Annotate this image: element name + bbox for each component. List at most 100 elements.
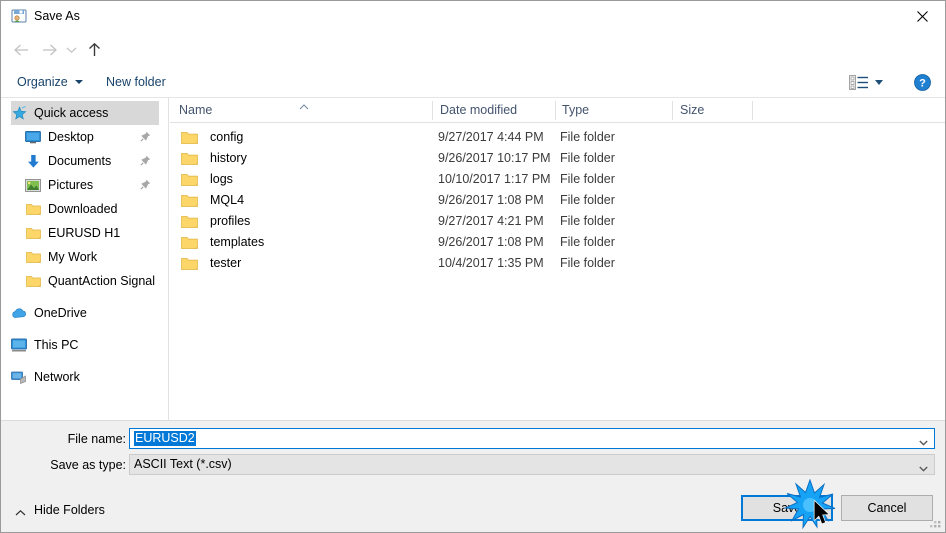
recent-locations-button[interactable] xyxy=(63,39,79,61)
sidebar-item-network[interactable]: Network xyxy=(11,365,159,389)
cell-date-modified: 10/10/2017 1:17 PM xyxy=(438,172,551,186)
back-button[interactable] xyxy=(11,39,33,61)
table-row[interactable]: MQL4 9/26/2017 1:08 PM File folder xyxy=(170,191,945,212)
column-header-date-modified[interactable]: Date modified xyxy=(440,103,517,117)
sidebar-item-pictures[interactable]: Pictures xyxy=(25,173,159,197)
column-header-type[interactable]: Type xyxy=(562,103,589,117)
cancel-button[interactable]: Cancel xyxy=(841,495,933,521)
sidebar-item-label: EURUSD H1 xyxy=(48,226,121,240)
column-divider[interactable] xyxy=(555,101,556,120)
view-dropdown-icon[interactable] xyxy=(875,80,883,85)
cell-type: File folder xyxy=(560,256,615,270)
cell-name: MQL4 xyxy=(210,193,245,207)
sidebar-item-label: My Work xyxy=(48,250,98,264)
save-as-icon xyxy=(11,8,27,24)
table-row[interactable]: tester 10/4/2017 1:35 PM File folder xyxy=(170,254,945,275)
table-row[interactable]: config 9/27/2017 4:44 PM File folder xyxy=(170,128,945,149)
star-pin-icon xyxy=(11,105,27,121)
save-button[interactable]: Save xyxy=(741,495,833,521)
save-button-label: Save xyxy=(772,501,802,515)
file-name-input[interactable]: EURUSD2 xyxy=(134,431,196,446)
table-row[interactable]: profiles 9/27/2017 4:21 PM File folder xyxy=(170,212,945,233)
content-area: Quick access Desktop Documents Pictures … xyxy=(1,98,945,420)
chevron-down-icon[interactable] xyxy=(919,461,928,472)
sidebar-item-documents[interactable]: Documents xyxy=(25,149,159,173)
sidebar-item-label: Desktop xyxy=(48,130,94,144)
window-title: Save As xyxy=(34,9,80,23)
picture-icon xyxy=(25,177,41,193)
chevron-down-icon[interactable] xyxy=(919,435,928,446)
cell-type: File folder xyxy=(560,130,615,144)
save-as-dialog: Save As Organize New folder ? Quick acce… xyxy=(0,0,946,533)
pin-icon[interactable] xyxy=(140,131,151,142)
sidebar-item-my-work[interactable]: My Work xyxy=(25,245,159,269)
pin-icon[interactable] xyxy=(140,155,151,166)
sidebar-item-label: Documents xyxy=(48,154,112,168)
sidebar-item-label: Pictures xyxy=(48,178,94,192)
desktop-icon xyxy=(25,129,41,145)
pin-icon[interactable] xyxy=(140,179,151,190)
title-bar: Save As xyxy=(1,1,945,31)
column-divider[interactable] xyxy=(432,101,433,120)
file-name-field[interactable]: EURUSD2 xyxy=(129,428,935,449)
cell-type: File folder xyxy=(560,193,615,207)
column-header-name[interactable]: Name xyxy=(179,103,212,117)
folder-icon xyxy=(181,193,198,208)
cell-date-modified: 9/27/2017 4:21 PM xyxy=(438,214,544,228)
caret-down-icon[interactable] xyxy=(75,80,83,84)
sidebar-item-eurusd-h1[interactable]: EURUSD H1 xyxy=(25,221,159,245)
sidebar-item-label: Downloaded xyxy=(48,202,118,216)
save-as-type-select[interactable]: ASCII Text (*.csv) xyxy=(129,454,935,475)
new-folder-button[interactable]: New folder xyxy=(106,74,166,90)
hide-folders-label: Hide Folders xyxy=(34,503,105,517)
organize-button[interactable]: Organize xyxy=(17,74,68,90)
cell-name: config xyxy=(210,130,244,144)
svg-text:?: ? xyxy=(919,77,926,89)
cell-type: File folder xyxy=(560,235,615,249)
sidebar-item-label: OneDrive xyxy=(34,306,87,320)
up-button[interactable] xyxy=(83,39,105,61)
sidebar-item-desktop[interactable]: Desktop xyxy=(25,125,159,149)
column-divider[interactable] xyxy=(752,101,753,120)
cell-name: logs xyxy=(210,172,233,186)
help-icon[interactable]: ? xyxy=(914,74,931,91)
resize-grip-icon[interactable] xyxy=(929,516,942,529)
close-button[interactable] xyxy=(899,1,945,31)
cell-date-modified: 10/4/2017 1:35 PM xyxy=(438,256,544,270)
onedrive-cloud-icon xyxy=(11,305,27,321)
save-as-type-label: Save as type: xyxy=(50,458,126,472)
cell-date-modified: 9/26/2017 1:08 PM xyxy=(438,193,544,207)
sidebar-item-label: Network xyxy=(34,370,80,384)
sidebar-item-this-pc[interactable]: This PC xyxy=(11,333,159,357)
folder-icon xyxy=(181,235,198,250)
cell-date-modified: 9/26/2017 1:08 PM xyxy=(438,235,544,249)
folder-icon xyxy=(181,172,198,187)
sidebar-item-onedrive[interactable]: OneDrive xyxy=(11,301,159,325)
navigation-pane: Quick access Desktop Documents Pictures … xyxy=(1,98,169,420)
toolbar: Organize New folder ? xyxy=(1,67,945,98)
file-name-label: File name: xyxy=(67,432,126,446)
cell-date-modified: 9/26/2017 10:17 PM xyxy=(438,151,551,165)
sidebar-item-label: This PC xyxy=(34,338,79,352)
sidebar-item-downloaded[interactable]: Downloaded xyxy=(25,197,159,221)
folder-icon xyxy=(181,130,198,145)
view-layout-icon[interactable] xyxy=(849,75,869,90)
folder-icon xyxy=(181,214,198,229)
table-row[interactable]: history 9/26/2017 10:17 PM File folder xyxy=(170,149,945,170)
column-header-size[interactable]: Size xyxy=(680,103,704,117)
forward-button[interactable] xyxy=(38,39,60,61)
sidebar-item-label: Quick access xyxy=(34,106,109,120)
navigation-bar: « Roaming › MetaQuotes › Terminal › 9155… xyxy=(1,31,945,91)
sidebar-item-quick-access[interactable]: Quick access xyxy=(11,101,159,125)
folder-icon xyxy=(181,256,198,271)
chevron-up-icon xyxy=(15,506,26,516)
sidebar-item-quantaction-signal[interactable]: QuantAction Signal xyxy=(25,269,168,293)
hide-folders-button[interactable]: Hide Folders xyxy=(15,503,105,517)
cell-name: history xyxy=(210,151,247,165)
cell-name: tester xyxy=(210,256,242,270)
folder-icon xyxy=(25,273,41,289)
sort-ascending-icon xyxy=(299,99,309,110)
column-divider[interactable] xyxy=(672,101,673,120)
table-row[interactable]: logs 10/10/2017 1:17 PM File folder xyxy=(170,170,945,191)
table-row[interactable]: templates 9/26/2017 1:08 PM File folder xyxy=(170,233,945,254)
